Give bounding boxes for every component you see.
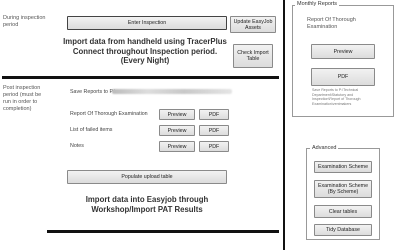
label-line: period (must be: [3, 92, 42, 98]
report-pdf-button[interactable]: PDF: [199, 109, 229, 120]
save-reports-path-label: Save Reports to P:\: [70, 89, 116, 95]
button-label: Populate upload table: [121, 174, 173, 180]
during-inspection-label: During inspection period: [3, 15, 46, 29]
label-line: Post inspection: [3, 85, 41, 91]
button-label-line: Assets: [245, 24, 261, 31]
examination-scheme-by-scheme-button[interactable]: Examination Scheme (By Scheme): [314, 180, 372, 198]
button-label: PDF: [208, 127, 220, 134]
instruction-line: Import data into Easyjob through: [85, 195, 209, 204]
button-label: Preview: [167, 127, 187, 134]
button-label: Enter Inspection: [127, 20, 167, 26]
button-label: Clear tables: [328, 208, 358, 215]
label-line: Examination: [307, 23, 338, 30]
button-label: PDF: [208, 111, 220, 118]
button-label: Examination Scheme: [317, 164, 369, 170]
button-label: Tidy Database: [326, 227, 360, 233]
monthly-reports-title: Monthly Reports: [295, 1, 340, 7]
instruction-line: Import data from handheld using TracerPl…: [63, 37, 227, 46]
post-inspection-label: Post inspection period (must be run in o…: [3, 85, 41, 113]
enter-inspection-button[interactable]: Enter Inspection: [67, 16, 227, 30]
monthly-pdf-button[interactable]: PDF: [311, 68, 375, 86]
label-line: run in order to: [3, 99, 38, 105]
note-line: Examination\ventmakers: [312, 101, 352, 106]
section-divider-bottom: [47, 230, 279, 233]
label-line: completion): [3, 106, 32, 112]
easyjob-import-instructions: Import data into Easyjob through Worksho…: [62, 195, 232, 214]
button-label: Preview: [167, 143, 187, 150]
populate-upload-table-button[interactable]: Populate upload table: [67, 170, 227, 184]
vertical-divider: [283, 0, 285, 250]
redacted-path: [112, 89, 232, 94]
instruction-line: (Every Night): [120, 56, 170, 65]
instruction-line: Connect throughout Inspection period.: [72, 46, 218, 56]
button-label: Preview: [333, 48, 353, 55]
tidy-database-button[interactable]: Tidy Database: [314, 224, 372, 236]
notes-preview-button[interactable]: Preview: [159, 141, 195, 152]
instruction-line: Workshop/Import PAT Results: [91, 204, 203, 214]
import-handheld-instructions: Import data from handheld using TracerPl…: [60, 37, 230, 66]
monthly-report-label: Report Of Thorough Examination: [307, 17, 387, 30]
button-label: PDF: [337, 74, 349, 80]
label-line: period: [3, 22, 19, 28]
examination-scheme-button[interactable]: Examination Scheme: [314, 161, 372, 173]
button-label-line: (By Scheme): [327, 189, 359, 195]
monthly-preview-button[interactable]: Preview: [311, 44, 375, 59]
clear-tables-button[interactable]: Clear tables: [314, 205, 372, 218]
button-label-line: Table: [246, 56, 260, 62]
check-import-table-button[interactable]: Check Import Table: [233, 44, 273, 68]
report-thorough-examination-label: Report Of Thorough Examination: [70, 111, 148, 117]
section-divider: [2, 76, 279, 79]
monthly-save-path-note: Save Reports to P:\Technical Department\…: [312, 88, 382, 106]
report-preview-button[interactable]: Preview: [159, 109, 195, 120]
failed-items-preview-button[interactable]: Preview: [159, 125, 195, 136]
update-easyjob-assets-button[interactable]: Update EasyJob Assets: [230, 16, 276, 33]
button-label: PDF: [208, 143, 220, 150]
notes-label: Notes: [70, 143, 84, 149]
failed-items-label: List of failed items: [70, 127, 113, 133]
failed-items-pdf-button[interactable]: PDF: [199, 125, 229, 136]
button-label: Preview: [167, 111, 187, 118]
notes-pdf-button[interactable]: PDF: [199, 141, 229, 152]
advanced-title: Advanced: [310, 145, 339, 151]
label-line: During inspection: [3, 15, 46, 21]
